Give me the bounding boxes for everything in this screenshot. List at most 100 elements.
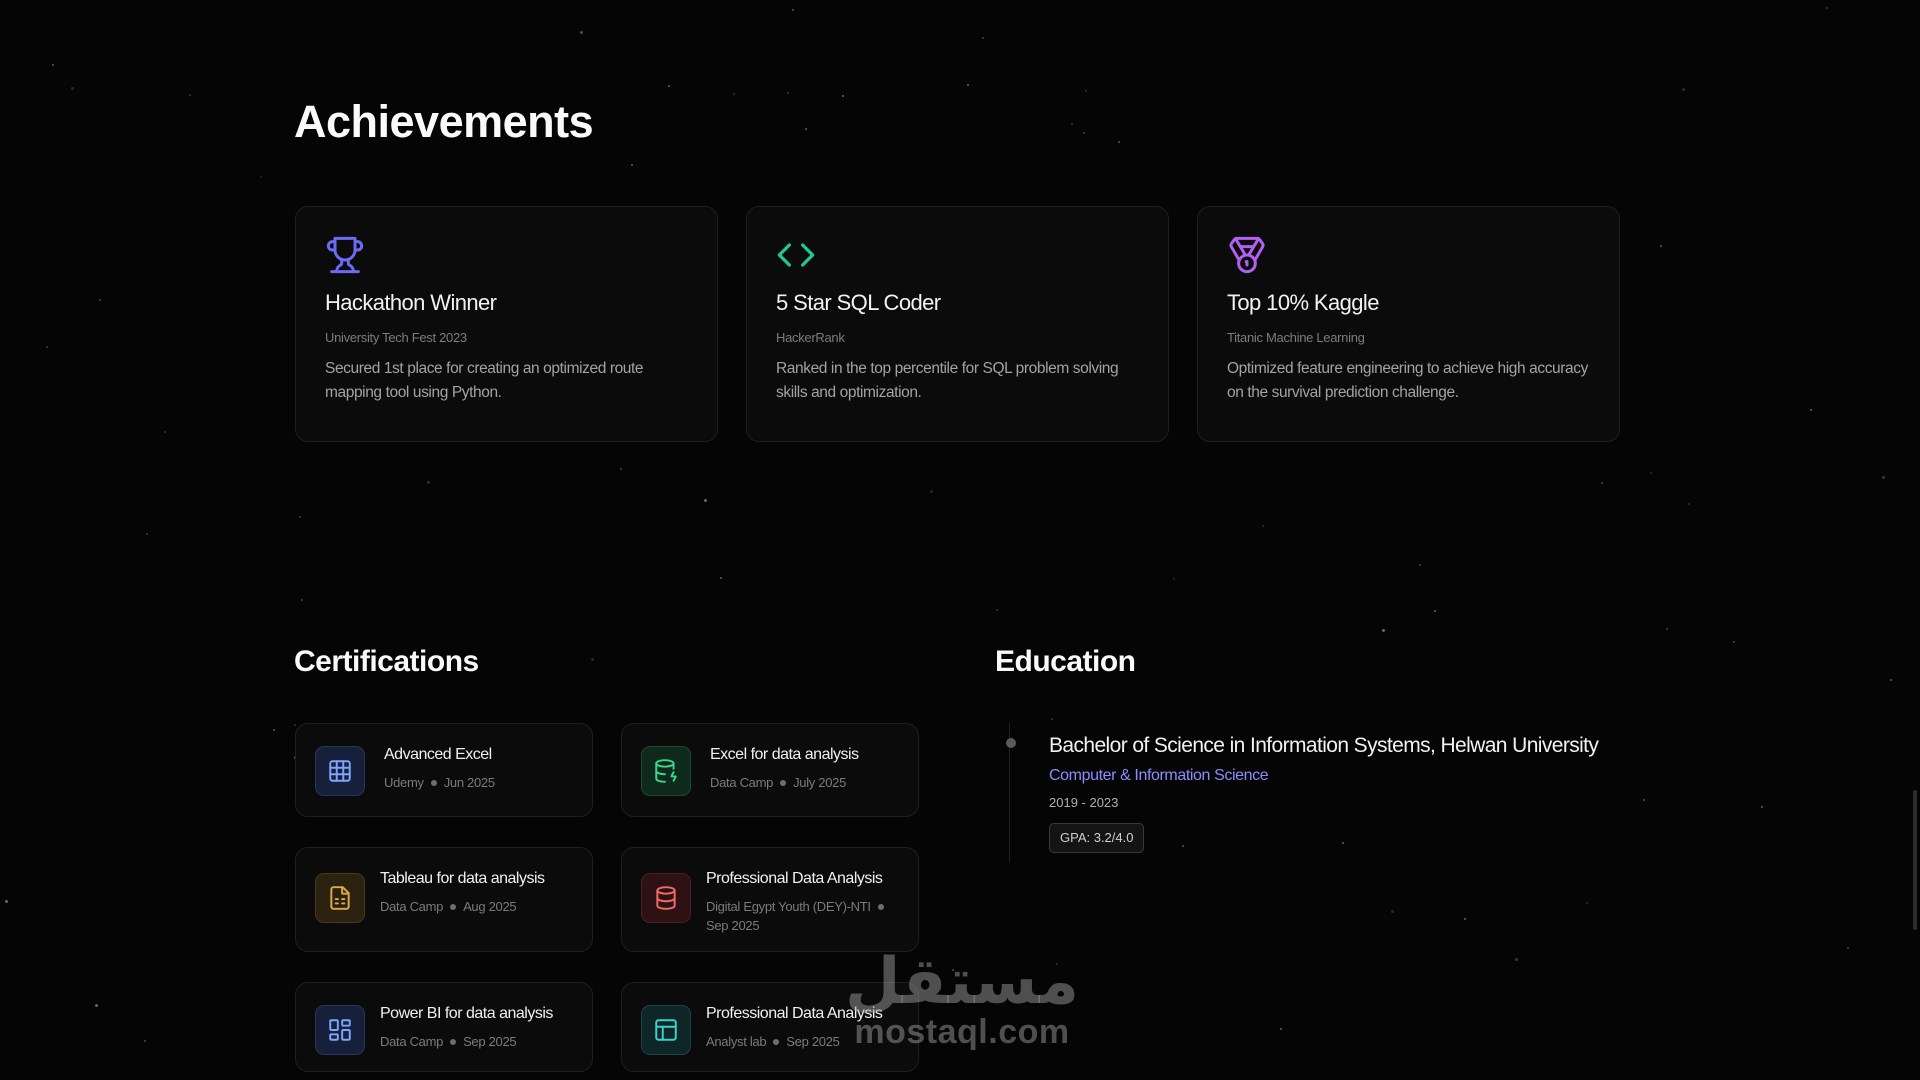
star-dot	[1847, 947, 1849, 949]
star-dot	[996, 609, 998, 611]
certification-name: Professional Data Analysis	[706, 1005, 883, 1022]
star-dot	[71, 87, 74, 90]
star-dot	[299, 516, 301, 518]
star-dot	[1515, 958, 1518, 961]
achievement-desc: Ranked in the top percentile for SQL pro…	[776, 360, 1119, 401]
certification-icon-tile	[641, 746, 691, 796]
star-dot	[952, 969, 954, 971]
star-dot	[1464, 918, 1466, 920]
star-dot	[1434, 610, 1436, 612]
star-dot	[1280, 1028, 1282, 1030]
star-dot	[294, 724, 296, 726]
certification-card: Tableau for data analysis Data Camp Aug 2…	[295, 847, 593, 952]
certification-name: Excel for data analysis	[710, 746, 859, 763]
certification-meta: Data Camp Sep 2025	[380, 1032, 582, 1051]
certification-issuer: Digital Egypt Youth (DEY)-NTI	[706, 899, 871, 914]
file-spreadsheet-icon	[330, 886, 350, 910]
certification-card: Power BI for data analysis Data Camp Sep …	[295, 982, 593, 1072]
achievement-card-kaggle: Top 10% Kaggle Titanic Machine Learning …	[1197, 206, 1620, 442]
star-dot	[805, 128, 807, 130]
star-dot	[631, 164, 633, 166]
certification-icon-tile	[315, 1005, 365, 1055]
star-dot	[273, 729, 275, 731]
star-dot	[1810, 409, 1812, 411]
star-dot	[982, 37, 984, 39]
star-dot	[260, 176, 262, 178]
certification-name: Professional Data Analysis	[706, 870, 883, 887]
separator-dot	[877, 903, 884, 910]
achievement-card-hackathon: Hackathon Winner University Tech Fest 20…	[295, 206, 718, 442]
certification-icon-tile	[315, 746, 365, 796]
dashboard-icon	[329, 1019, 351, 1041]
certification-date: Sep 2025	[786, 1034, 840, 1049]
star-dot	[189, 94, 191, 96]
star-dot	[733, 93, 735, 95]
certification-date: Aug 2025	[463, 899, 517, 914]
star-dot	[5, 900, 8, 903]
certification-meta: Analyst lab Sep 2025	[706, 1032, 908, 1051]
star-dot	[1419, 564, 1421, 566]
certification-issuer: Analyst lab	[706, 1034, 767, 1049]
star-dot	[1056, 963, 1058, 965]
timeline-dot	[1006, 738, 1016, 748]
starfield-background	[0, 0, 1920, 1080]
star-dot	[301, 599, 303, 601]
achievement-desc: Optimized feature engineering to achieve…	[1227, 360, 1588, 401]
star-dot	[1391, 910, 1394, 913]
separator-dot	[773, 1038, 780, 1045]
star-dot	[1262, 525, 1264, 527]
trophy-icon	[326, 236, 364, 274]
certification-icon-tile	[641, 873, 691, 923]
database-icon	[656, 886, 676, 910]
certification-issuer: Udemy	[384, 775, 424, 790]
star-dot	[1118, 141, 1120, 143]
certification-card: Excel for data analysis Data Camp July 20…	[621, 723, 919, 817]
star-dot	[1051, 718, 1053, 720]
separator-dot	[430, 779, 437, 786]
certifications-title: Certifications	[294, 645, 479, 678]
layout-icon	[655, 1019, 677, 1041]
star-dot	[1601, 482, 1603, 484]
star-dot	[1826, 7, 1828, 9]
star-dot	[704, 499, 707, 502]
separator-dot	[450, 903, 457, 910]
achievement-org: HackerRank	[776, 330, 845, 345]
star-dot	[144, 1040, 146, 1042]
separator-dot	[780, 779, 787, 786]
star-dot	[1650, 472, 1652, 474]
star-dot	[99, 299, 101, 301]
star-dot	[1083, 132, 1085, 134]
achievements-title: Achievements	[294, 96, 594, 147]
star-dot	[842, 95, 844, 97]
certification-name: Tableau for data analysis	[380, 870, 545, 887]
gpa-badge: GPA: 3.2/4.0	[1049, 823, 1145, 853]
certification-issuer: Data Camp	[380, 1034, 444, 1049]
star-dot	[720, 577, 722, 579]
education-degree: Bachelor of Science in Information Syste…	[1049, 734, 1599, 757]
certification-date: July 2025	[793, 775, 847, 790]
certification-meta: Digital Egypt Youth (DEY)-NTI Sep 2025	[706, 897, 906, 935]
certification-date: Sep 2025	[706, 918, 760, 933]
star-dot	[580, 31, 583, 34]
star-dot	[1682, 88, 1685, 91]
education-years: 2019 - 2023	[1049, 795, 1119, 810]
star-dot	[967, 84, 969, 86]
certification-name: Power BI for data analysis	[380, 1005, 553, 1022]
star-dot	[792, 9, 794, 11]
education-field: Computer & Information Science	[1049, 767, 1269, 784]
star-dot	[1890, 679, 1892, 681]
star-dot	[95, 1004, 98, 1007]
star-dot	[1085, 90, 1087, 92]
star-dot	[164, 431, 166, 433]
certification-issuer: Data Camp	[710, 775, 774, 790]
scrollbar-thumb[interactable]	[1913, 790, 1917, 930]
star-dot	[1761, 806, 1763, 808]
star-dot	[146, 533, 148, 535]
achievement-card-sql: 5 Star SQL Coder HackerRank Ranked in th…	[746, 206, 1169, 442]
star-dot	[1342, 842, 1344, 844]
star-dot	[787, 92, 789, 94]
star-dot	[1733, 641, 1735, 643]
certification-meta: Data Camp July 2025	[710, 773, 908, 792]
star-dot	[591, 658, 594, 661]
achievement-org: Titanic Machine Learning	[1227, 330, 1365, 345]
